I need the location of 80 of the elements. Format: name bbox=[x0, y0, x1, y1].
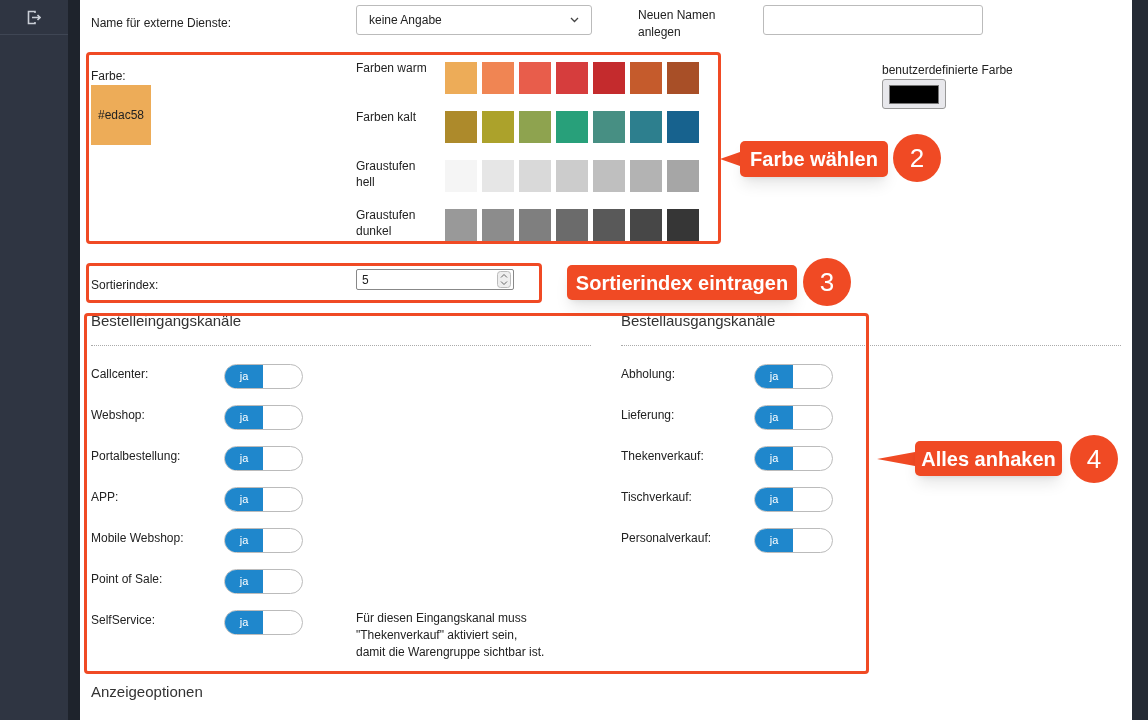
toggle-switch[interactable]: ja bbox=[224, 569, 303, 594]
help-text: Für diesen Eingangskanal muss "Thekenverkauf" aktiviert sein, damit die Warengruppe sichtbar ist. bbox=[356, 610, 545, 661]
color-swatch[interactable] bbox=[482, 111, 514, 143]
palette-label: Farben warm bbox=[356, 60, 428, 76]
callout-pointer bbox=[877, 450, 915, 467]
section-heading: Bestelleingangskanäle bbox=[91, 312, 243, 330]
channel-label: Callcenter: bbox=[91, 366, 150, 381]
text-field[interactable] bbox=[763, 5, 983, 35]
field-label: Sortierindex: bbox=[91, 278, 160, 292]
color-swatch[interactable] bbox=[482, 209, 514, 241]
channel-label: Tischverkauf: bbox=[621, 489, 693, 504]
toggle-switch[interactable]: ja bbox=[224, 610, 303, 635]
color-swatch[interactable] bbox=[556, 160, 588, 192]
channel-label: Lieferung: bbox=[621, 407, 676, 422]
callout-label: Alles anhaken bbox=[915, 441, 1062, 476]
color-swatch[interactable] bbox=[556, 111, 588, 143]
spinner-arrows-icon[interactable] bbox=[497, 271, 511, 288]
color-swatch[interactable] bbox=[519, 62, 551, 94]
toggle-switch[interactable]: ja bbox=[224, 364, 303, 389]
field-label: Farbe: bbox=[91, 69, 127, 83]
color-swatch[interactable] bbox=[519, 111, 551, 143]
color-swatch[interactable] bbox=[667, 111, 699, 143]
step-number: 2 bbox=[893, 134, 941, 182]
toggle-switch[interactable]: ja bbox=[224, 528, 303, 553]
color-swatch[interactable] bbox=[519, 209, 551, 241]
palette-label: Farben kalt bbox=[356, 109, 418, 125]
callout-label: Farbe wählen bbox=[740, 141, 888, 177]
color-swatch[interactable] bbox=[593, 209, 625, 241]
toggle-switch[interactable]: ja bbox=[224, 405, 303, 430]
color-swatch[interactable] bbox=[556, 209, 588, 241]
callout-pointer bbox=[720, 151, 740, 167]
color-swatch[interactable] bbox=[630, 160, 662, 192]
select-field[interactable]: keine Angabe bbox=[356, 5, 592, 35]
color-swatch[interactable] bbox=[445, 62, 477, 94]
channel-label: Abholung: bbox=[621, 366, 677, 381]
channel-label: Webshop: bbox=[91, 407, 146, 422]
section-heading: Bestellausgangskanäle bbox=[621, 312, 777, 330]
toggle-switch[interactable]: ja bbox=[754, 528, 833, 553]
toggle-switch[interactable]: ja bbox=[754, 405, 833, 430]
color-swatch[interactable] bbox=[667, 209, 699, 241]
field-label: Neuen Namen anlegen bbox=[638, 7, 717, 41]
color-preview: #edac58 bbox=[91, 85, 151, 145]
palette-label: Graustufen hell bbox=[356, 158, 417, 190]
color-swatch[interactable] bbox=[630, 209, 662, 241]
toggle-switch[interactable]: ja bbox=[754, 487, 833, 512]
callout-label: Sortierindex eintragen bbox=[567, 265, 797, 300]
field-label: benutzerdefinierte Farbe bbox=[882, 63, 1013, 77]
color-picker-button[interactable] bbox=[882, 79, 946, 109]
color-swatch[interactable] bbox=[630, 62, 662, 94]
chevron-down-icon bbox=[570, 17, 579, 23]
toggle-switch[interactable]: ja bbox=[754, 446, 833, 471]
channel-label: Mobile Webshop: bbox=[91, 530, 185, 545]
color-swatch[interactable] bbox=[630, 111, 662, 143]
color-swatch[interactable] bbox=[445, 111, 477, 143]
section-heading: Anzeigeoptionen bbox=[91, 683, 204, 701]
toggle-switch[interactable]: ja bbox=[224, 446, 303, 471]
number-field[interactable]: 5 bbox=[356, 269, 514, 290]
channel-label: Portalbestellung: bbox=[91, 448, 182, 463]
color-swatch[interactable] bbox=[593, 62, 625, 94]
channel-label: Point of Sale: bbox=[91, 571, 164, 586]
color-swatch[interactable] bbox=[482, 160, 514, 192]
palette-label: Graustufen dunkel bbox=[356, 207, 417, 239]
field-label: Name für externe Dienste: bbox=[91, 15, 233, 32]
toggle-switch[interactable]: ja bbox=[224, 487, 303, 512]
color-swatch[interactable] bbox=[519, 160, 551, 192]
color-swatch[interactable] bbox=[482, 62, 514, 94]
color-swatch[interactable] bbox=[667, 62, 699, 94]
color-swatch[interactable] bbox=[556, 62, 588, 94]
color-swatch[interactable] bbox=[445, 209, 477, 241]
toggle-switch[interactable]: ja bbox=[754, 364, 833, 389]
step-number: 4 bbox=[1070, 435, 1118, 483]
color-swatch[interactable] bbox=[593, 111, 625, 143]
step-number: 3 bbox=[803, 258, 851, 306]
logout-icon[interactable] bbox=[27, 9, 41, 25]
channel-label: Personalverkauf: bbox=[621, 530, 713, 545]
color-swatch[interactable] bbox=[593, 160, 625, 192]
channel-label: SelfService: bbox=[91, 612, 157, 627]
color-swatch[interactable] bbox=[667, 160, 699, 192]
channel-label: APP: bbox=[91, 489, 120, 504]
channel-label: Thekenverkauf: bbox=[621, 448, 705, 463]
